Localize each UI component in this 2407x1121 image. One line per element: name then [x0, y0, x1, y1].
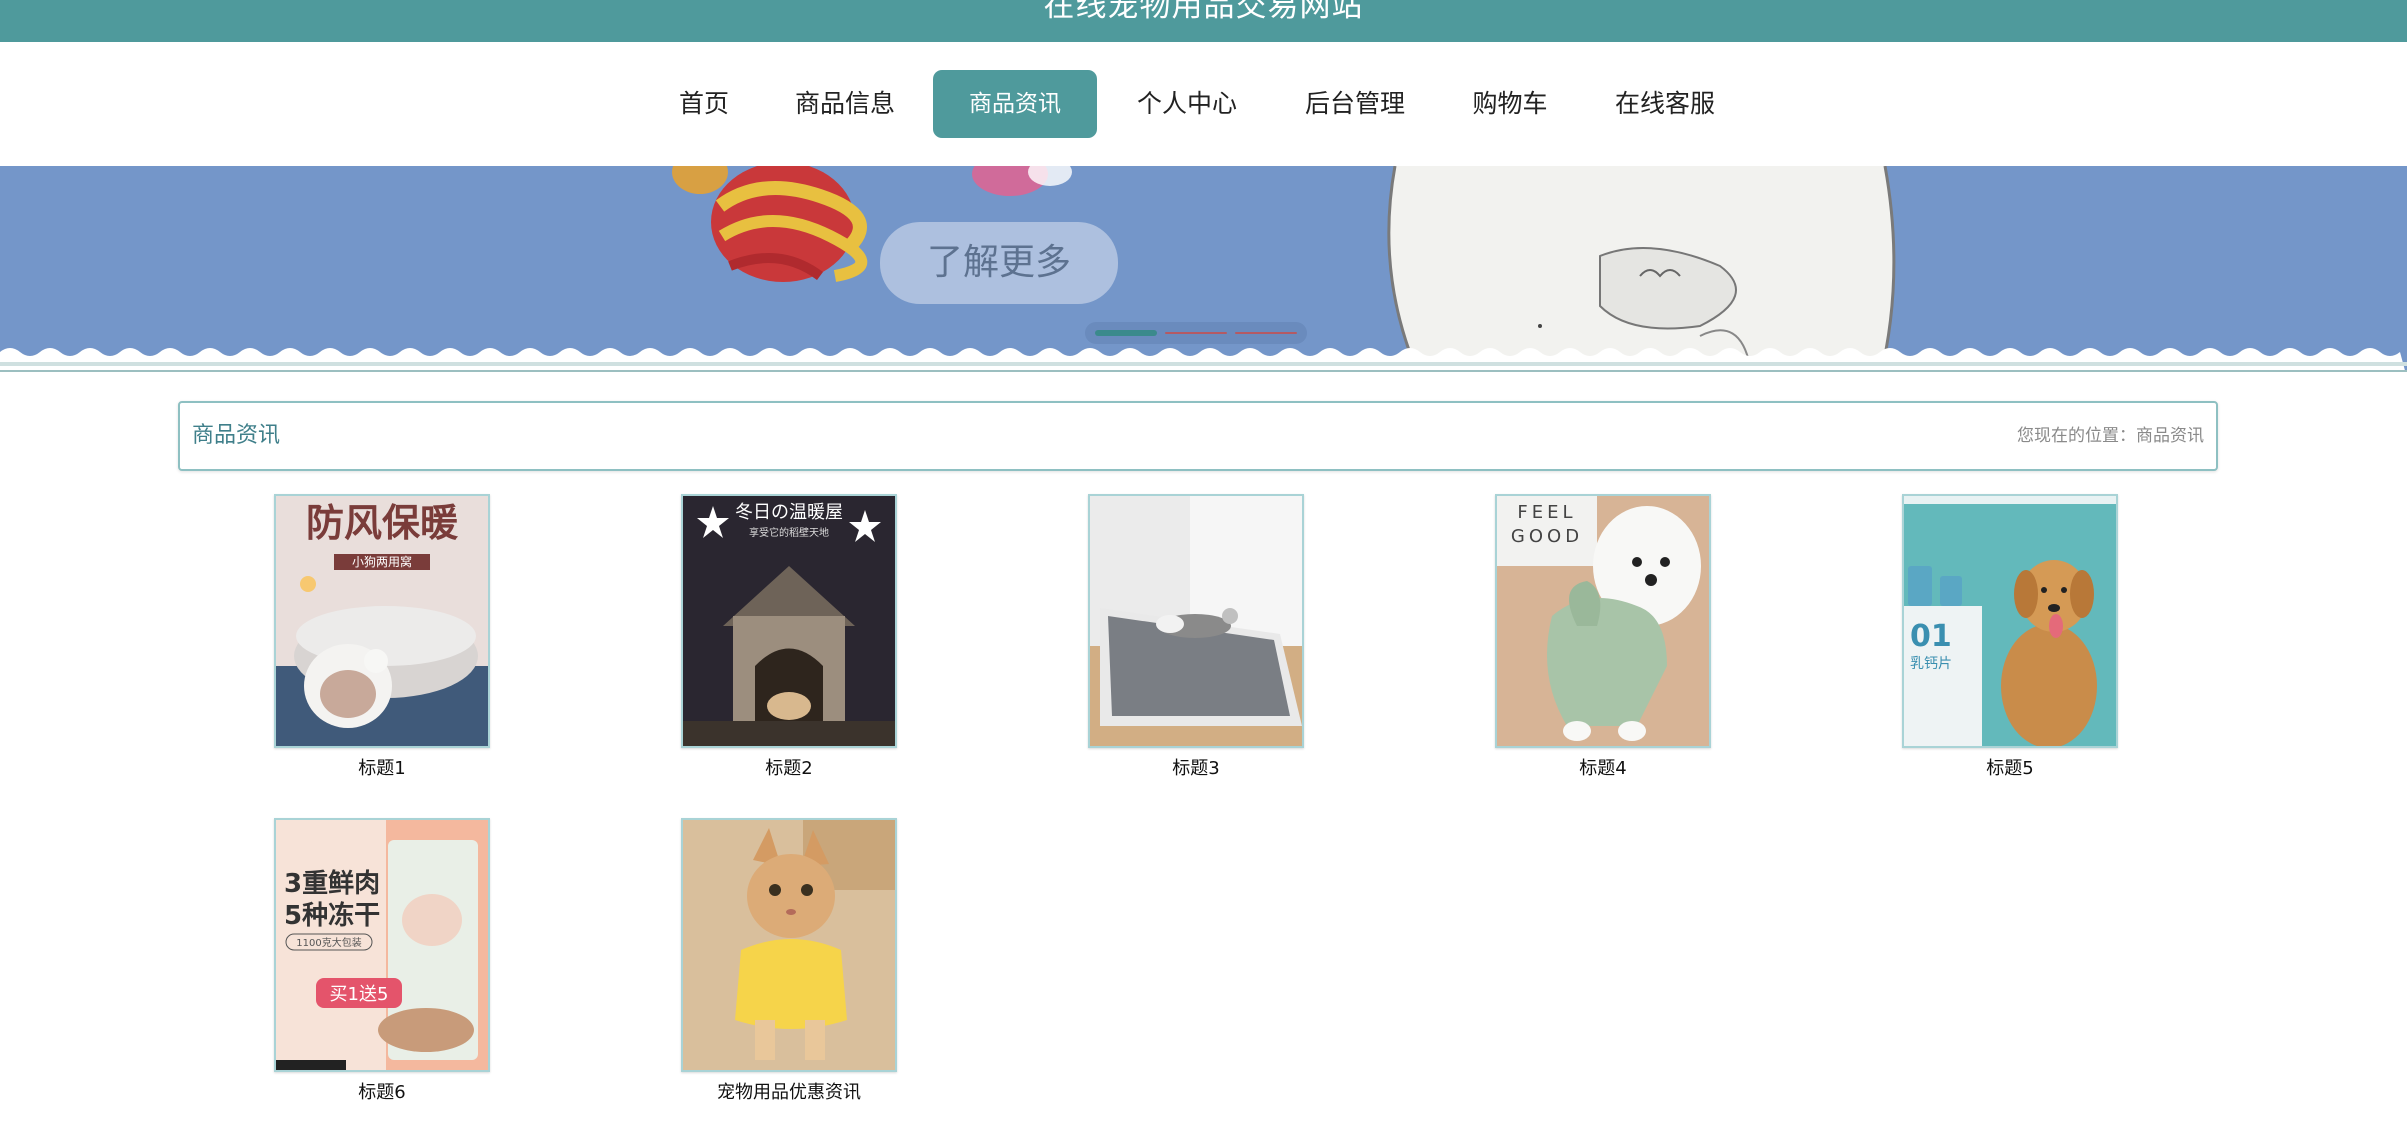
- carousel-indicator: [1085, 322, 1307, 344]
- news-card[interactable]: 宠物用品优惠资讯: [681, 818, 897, 1104]
- carousel-dot-1[interactable]: [1095, 330, 1157, 336]
- thumb-promo: 买1送5: [330, 984, 389, 1005]
- carousel-dot-3[interactable]: [1235, 332, 1297, 334]
- thumb-headline: 3重鲜肉: [284, 869, 380, 899]
- news-title[interactable]: 标题5: [1902, 754, 2118, 780]
- nav-products[interactable]: 商品信息: [780, 70, 910, 138]
- site-title: 在线宠物用品交易网站: [1043, 0, 1364, 24]
- thumb-subtitle: 5种冻干: [284, 900, 380, 931]
- carousel-dot-2[interactable]: [1165, 332, 1227, 334]
- news-title[interactable]: 标题2: [681, 754, 897, 780]
- nav-news[interactable]: 商品资讯: [933, 70, 1097, 138]
- news-title[interactable]: 标题1: [274, 754, 490, 780]
- section-title: 商品资讯: [192, 423, 281, 448]
- news-card[interactable]: FEEL GOOD 标题4: [1495, 494, 1711, 780]
- nav-personal-center[interactable]: 个人中心: [1122, 70, 1252, 138]
- nav-customer-service[interactable]: 在线客服: [1600, 70, 1730, 138]
- thumb-headline: FEEL: [1517, 502, 1576, 523]
- thumb-subtitle: GOOD: [1511, 526, 1583, 547]
- breadcrumb-current[interactable]: 商品资讯: [2136, 426, 2204, 446]
- thumb-subtitle: 享受它的稻壁天地: [749, 526, 829, 539]
- site-header: 在线宠物用品交易网站: [0, 0, 2407, 42]
- news-title[interactable]: 标题4: [1495, 754, 1711, 780]
- dog-sketch-illustration: [1387, 166, 1896, 378]
- breadcrumb-label: 您现在的位置：: [2017, 426, 2136, 446]
- thumb-subtitle: 小狗两用窝: [352, 554, 412, 569]
- news-thumbnail[interactable]: 3重鲜肉 5种冻干 1100克大包装 买1送5: [274, 818, 490, 1072]
- news-card[interactable]: 冬日の温暖屋 享受它的稻壁天地 标题2: [681, 494, 897, 780]
- news-card[interactable]: 3重鲜肉 5种冻干 1100克大包装 买1送5 标题6: [274, 818, 490, 1104]
- breadcrumb: 您现在的位置：商品资讯: [2017, 403, 2204, 469]
- thumb-subtitle: 乳钙片: [1910, 656, 1952, 672]
- news-thumbnail[interactable]: 冬日の温暖屋 享受它的稻壁天地: [681, 494, 897, 748]
- news-title[interactable]: 标题6: [274, 1078, 490, 1104]
- thumb-headline: 01: [1910, 619, 1952, 654]
- section-header: 商品资讯 您现在的位置：商品资讯: [178, 401, 2218, 471]
- news-card[interactable]: 01 乳钙片 标题5: [1902, 494, 2118, 780]
- learn-more-button[interactable]: 了解更多: [880, 222, 1118, 304]
- news-title[interactable]: 宠物用品优惠资讯: [681, 1078, 897, 1104]
- thumb-headline: 防风保暖: [306, 501, 459, 545]
- nav-home[interactable]: 首页: [662, 70, 746, 138]
- banner-divider: [0, 370, 2407, 378]
- news-thumbnail[interactable]: 01 乳钙片: [1902, 494, 2118, 748]
- news-thumbnail[interactable]: [681, 818, 897, 1072]
- thumb-headline: 冬日の温暖屋: [735, 502, 843, 523]
- news-card[interactable]: 防风保暖 小狗两用窝 标题1: [274, 494, 490, 780]
- news-thumbnail[interactable]: [1088, 494, 1304, 748]
- banner-carousel[interactable]: 了解更多: [0, 166, 2407, 378]
- news-title[interactable]: 标题3: [1088, 754, 1304, 780]
- thumb-tag: 1100克大包装: [296, 936, 361, 949]
- nav-admin[interactable]: 后台管理: [1290, 70, 1420, 138]
- banner-image: [0, 166, 2407, 378]
- main-nav: 首页 商品信息 商品资讯 个人中心 后台管理 购物车 在线客服: [0, 42, 2407, 166]
- news-card[interactable]: 标题3: [1088, 494, 1304, 780]
- banner-divider: [0, 362, 2407, 366]
- news-thumbnail[interactable]: FEEL GOOD: [1495, 494, 1711, 748]
- news-thumbnail[interactable]: 防风保暖 小狗两用窝: [274, 494, 490, 748]
- nav-cart[interactable]: 购物车: [1458, 70, 1562, 138]
